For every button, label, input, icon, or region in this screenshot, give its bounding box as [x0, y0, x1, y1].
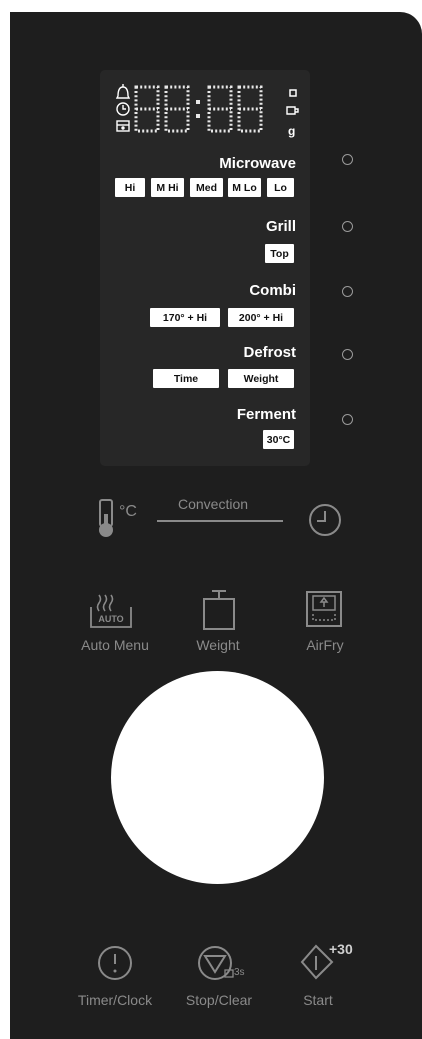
defrost-time-option[interactable]: Time [153, 369, 219, 388]
combi-200-option[interactable]: 200° + Hi [228, 308, 294, 327]
airfry-button[interactable] [305, 590, 345, 635]
microwave-led [342, 154, 353, 165]
defrost-title: Defrost [243, 344, 296, 361]
grill-title: Grill [265, 218, 296, 235]
ferment-led [342, 414, 353, 425]
ferment-title: Ferment [236, 406, 296, 423]
ferment-30c-option[interactable]: 30°C [263, 430, 294, 449]
stop-clear-label: Stop/Clear [185, 992, 253, 1008]
defrost-weight-option[interactable]: Weight [228, 369, 294, 388]
airfry-label: AirFry [306, 637, 344, 653]
microwave-mhi-option[interactable]: M Hi [151, 178, 184, 197]
display-window: g Microwave Hi M Hi Med M Lo Lo Grill To… [100, 70, 310, 466]
start-plus30-label: +30 [329, 941, 353, 957]
digit-display: g [108, 76, 303, 146]
microwave-med-option[interactable]: Med [190, 178, 223, 197]
control-dial[interactable] [111, 671, 324, 884]
temp-unit-label: °C [119, 503, 137, 520]
indicator-square [289, 89, 297, 97]
microwave-mlo-option[interactable]: M Lo [228, 178, 261, 197]
auto-menu-button[interactable]: AUTO [89, 593, 133, 638]
convection-divider [157, 520, 283, 522]
auto-icon-text: AUTO [98, 614, 124, 624]
weight-label: Weight [196, 637, 240, 653]
alarm-bell-icon [115, 84, 131, 99]
gram-unit: g [288, 124, 296, 138]
grill-led [342, 221, 353, 232]
combi-170-option[interactable]: 170° + Hi [150, 308, 220, 327]
timer-clock-button[interactable] [96, 944, 134, 987]
clock-icon[interactable] [307, 502, 343, 543]
microwave-lo-option[interactable]: Lo [267, 178, 294, 197]
scale-icon [203, 590, 235, 630]
child-lock-icon [116, 120, 130, 132]
start-label: Start [303, 992, 333, 1008]
microwave-hi-option[interactable]: Hi [115, 178, 145, 197]
lock-duration-label: 3s [234, 967, 245, 978]
auto-steam-icon [90, 594, 132, 628]
defrost-led [342, 349, 353, 360]
combi-title: Combi [249, 282, 296, 299]
grill-top-option[interactable]: Top [265, 244, 294, 263]
microwave-title: Microwave [219, 155, 296, 172]
clock-indicator-icon [116, 102, 130, 116]
stop-clear-button[interactable]: 3s [197, 944, 245, 987]
auto-menu-label: Auto Menu [81, 637, 149, 653]
timer-icon [98, 946, 132, 980]
timer-clock-label: Timer/Clock [77, 992, 153, 1008]
combi-led [342, 286, 353, 297]
airfry-icon [306, 591, 342, 627]
thermometer-icon[interactable] [96, 498, 120, 545]
weight-button[interactable] [200, 588, 240, 637]
convection-label: Convection [178, 496, 249, 512]
